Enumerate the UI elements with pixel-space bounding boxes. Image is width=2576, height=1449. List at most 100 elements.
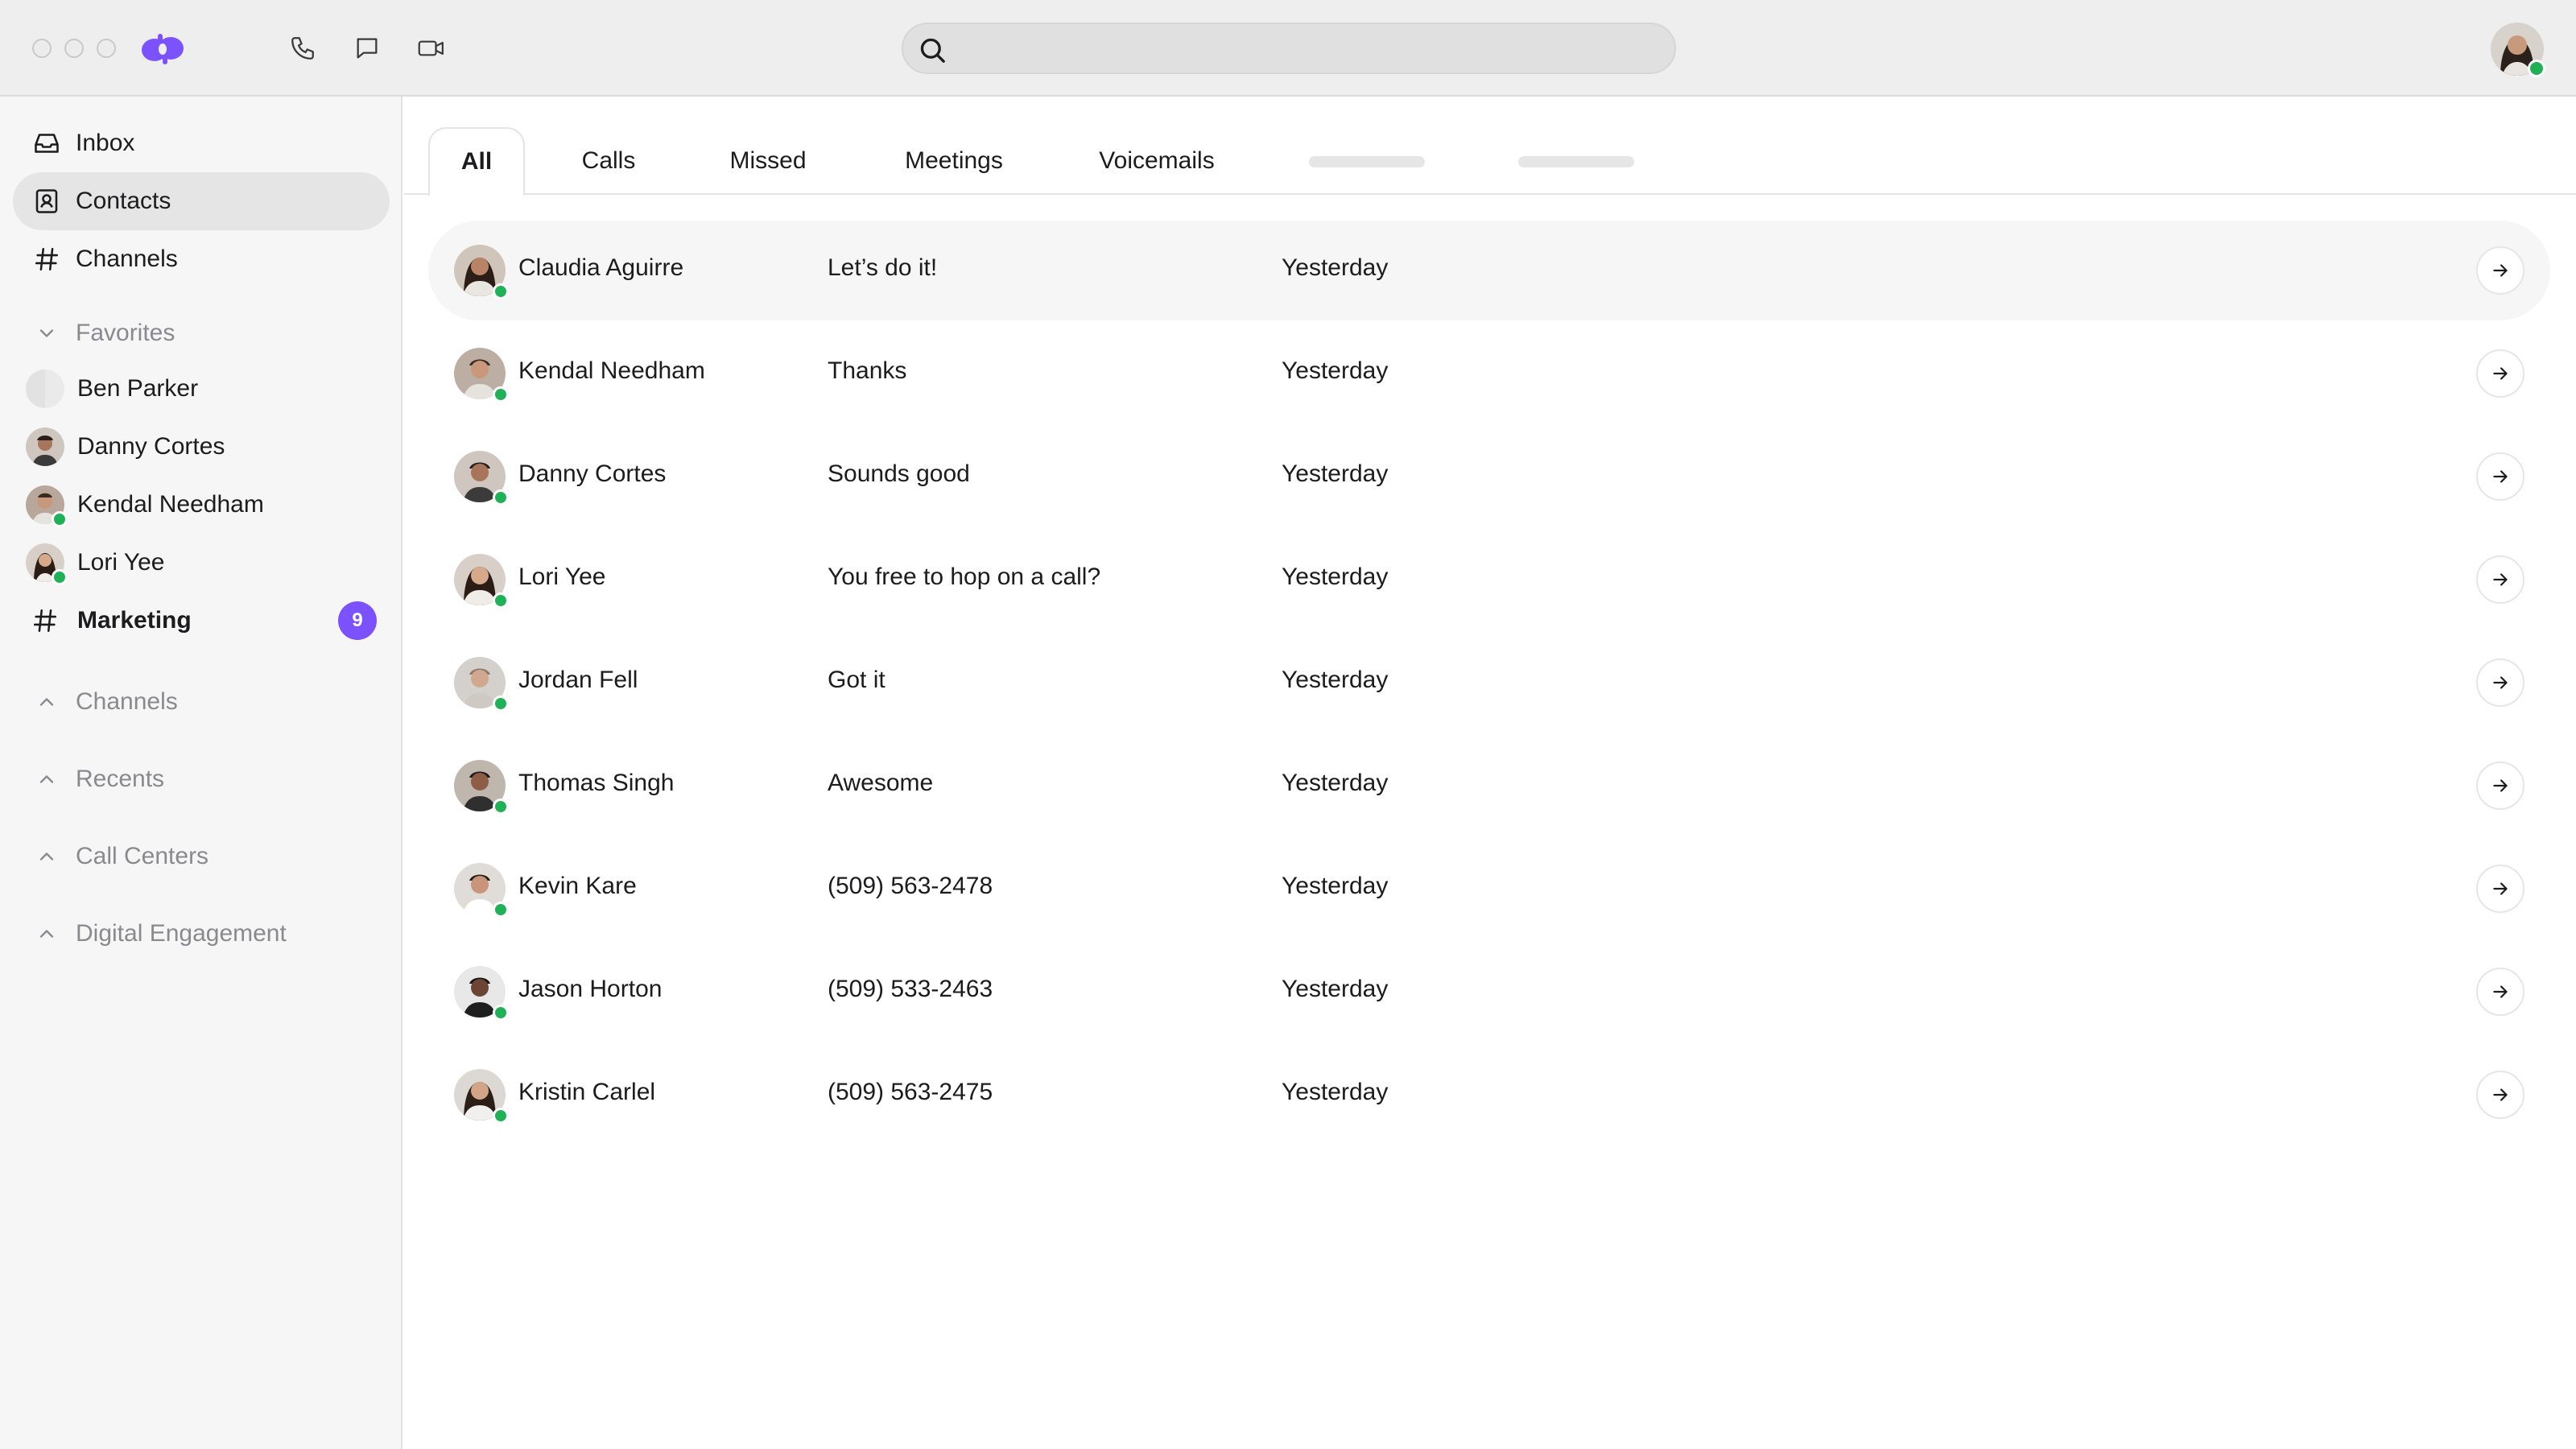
section-label: Digital Engagement xyxy=(76,920,287,947)
last-message: Awesome xyxy=(828,770,934,796)
tab-meetings[interactable]: Meetings xyxy=(877,127,1030,195)
online-status-icon xyxy=(493,1005,509,1021)
search-bar[interactable] xyxy=(902,23,1676,74)
last-message: (509) 563-2475 xyxy=(828,1079,993,1105)
digital-engagement-section-header[interactable]: Digital Engagement xyxy=(13,910,390,958)
tab-label: Missed xyxy=(729,147,807,174)
sidebar-item-channels[interactable]: Channels xyxy=(13,230,390,288)
tab-label: Voicemails xyxy=(1099,147,1215,174)
arrow-right-icon xyxy=(2490,260,2511,281)
avatar xyxy=(454,760,509,815)
open-contact-button[interactable] xyxy=(2476,865,2524,913)
last-message: (509) 563-2478 xyxy=(828,873,993,899)
contact-row[interactable]: Lori Yee You free to hop on a call? Yest… xyxy=(428,530,2550,630)
contact-name: Kendal Needham xyxy=(518,357,705,384)
favorite-item-ben-parker[interactable]: Ben Parker xyxy=(13,362,390,415)
user-avatar[interactable] xyxy=(2491,23,2545,77)
contact-row[interactable]: Claudia Aguirre Let’s do it! Yesterday xyxy=(428,221,2550,320)
tab-voicemails[interactable]: Voicemails xyxy=(1072,127,1241,195)
favorites-section-header[interactable]: Favorites xyxy=(13,309,390,357)
contact-row[interactable]: Danny Cortes Sounds good Yesterday xyxy=(428,427,2550,526)
contact-name: Jordan Fell xyxy=(518,667,638,693)
contact-row[interactable]: Jason Horton (509) 533-2463 Yesterday xyxy=(428,942,2550,1042)
chevron-up-icon xyxy=(29,684,64,720)
sidebar-item-label: Channels xyxy=(76,246,178,272)
tab-missed[interactable]: Missed xyxy=(702,127,834,195)
recents-section-header[interactable]: Recents xyxy=(13,755,390,803)
contact-name: Lori Yee xyxy=(518,564,606,590)
open-contact-button[interactable] xyxy=(2476,1071,2524,1119)
contact-row[interactable]: Thomas Singh Awesome Yesterday xyxy=(428,736,2550,836)
online-status-icon xyxy=(52,569,68,585)
open-contact-button[interactable] xyxy=(2476,968,2524,1016)
sidebar-item-inbox[interactable]: Inbox xyxy=(13,114,390,172)
tab-label: Calls xyxy=(581,147,636,174)
open-contact-button[interactable] xyxy=(2476,246,2524,295)
chevron-up-icon xyxy=(29,916,64,952)
contact-row[interactable]: Kristin Carlel (509) 563-2475 Yesterday xyxy=(428,1045,2550,1145)
contact-row[interactable]: Jordan Fell Got it Yesterday xyxy=(428,633,2550,733)
open-contact-button[interactable] xyxy=(2476,452,2524,501)
online-status-icon xyxy=(493,696,509,712)
main-content: All Calls Missed Meetings Voicemails Cla… xyxy=(404,97,2576,1449)
inbox-icon xyxy=(29,126,64,161)
video-icon[interactable] xyxy=(414,31,449,66)
favorite-item-marketing[interactable]: Marketing 9 xyxy=(13,594,390,647)
title-bar xyxy=(0,0,2576,97)
arrow-right-icon xyxy=(2490,775,2511,796)
hash-icon xyxy=(26,601,64,640)
channels-section-header[interactable]: Channels xyxy=(13,678,390,726)
online-status-icon xyxy=(493,799,509,815)
avatar xyxy=(454,554,509,609)
open-contact-button[interactable] xyxy=(2476,555,2524,604)
online-status-icon xyxy=(493,283,509,299)
chevron-up-icon xyxy=(29,762,64,797)
contact-row[interactable]: Kevin Kare (509) 563-2478 Yesterday xyxy=(428,839,2550,939)
last-message: Let’s do it! xyxy=(828,254,938,281)
favorite-item-label: Kendal Needham xyxy=(77,491,264,518)
chat-icon[interactable] xyxy=(349,31,385,66)
phone-icon[interactable] xyxy=(285,31,320,66)
search-input[interactable] xyxy=(960,32,1652,68)
avatar xyxy=(26,427,64,466)
app-logo xyxy=(138,31,187,66)
last-message: You free to hop on a call? xyxy=(828,564,1101,590)
call-centers-section-header[interactable]: Call Centers xyxy=(13,832,390,881)
timestamp: Yesterday xyxy=(1282,976,1389,1002)
window-close-button[interactable] xyxy=(32,39,52,58)
contacts-icon xyxy=(29,184,64,219)
online-status-icon xyxy=(493,902,509,918)
tab-placeholder xyxy=(1309,156,1425,167)
favorite-item-danny-cortes[interactable]: Danny Cortes xyxy=(13,420,390,473)
chevron-down-icon xyxy=(29,316,64,351)
open-contact-button[interactable] xyxy=(2476,762,2524,810)
section-label: Channels xyxy=(76,688,178,715)
contact-name: Thomas Singh xyxy=(518,770,675,796)
avatar xyxy=(26,485,68,527)
tab-calls[interactable]: Calls xyxy=(554,127,663,195)
favorite-item-label: Ben Parker xyxy=(77,375,199,402)
tab-label: All xyxy=(460,148,493,175)
open-contact-button[interactable] xyxy=(2476,349,2524,398)
section-label: Call Centers xyxy=(76,843,209,869)
contact-name: Kristin Carlel xyxy=(518,1079,656,1105)
online-status-icon xyxy=(493,489,509,506)
timestamp: Yesterday xyxy=(1282,254,1389,281)
avatar xyxy=(26,369,64,408)
contact-row[interactable]: Kendal Needham Thanks Yesterday xyxy=(428,324,2550,423)
tab-all[interactable]: All xyxy=(428,127,525,196)
section-label: Favorites xyxy=(76,320,175,346)
favorite-item-kendal-needham[interactable]: Kendal Needham xyxy=(13,478,390,531)
sidebar-item-contacts[interactable]: Contacts xyxy=(13,172,390,230)
window-minimize-button[interactable] xyxy=(64,39,84,58)
open-contact-button[interactable] xyxy=(2476,658,2524,707)
favorite-item-lori-yee[interactable]: Lori Yee xyxy=(13,536,390,589)
arrow-right-icon xyxy=(2490,1084,2511,1105)
last-message: Sounds good xyxy=(828,460,970,487)
last-message: Got it xyxy=(828,667,886,693)
hash-icon xyxy=(29,242,64,277)
timestamp: Yesterday xyxy=(1282,564,1389,590)
arrow-right-icon xyxy=(2490,981,2511,1002)
window-zoom-button[interactable] xyxy=(97,39,116,58)
section-label: Recents xyxy=(76,766,165,792)
